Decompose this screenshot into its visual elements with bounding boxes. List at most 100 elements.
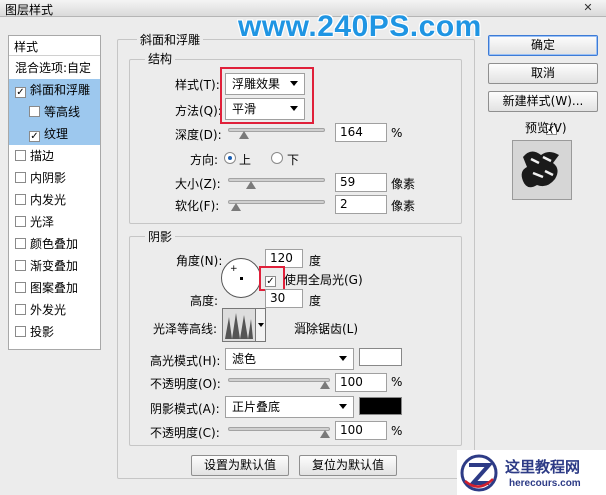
depth-input[interactable]: 164 [335, 123, 387, 142]
style-list-header[interactable]: 样式 [9, 36, 100, 56]
shadow-opacity-label: 不透明度(C): [150, 426, 220, 440]
style-checkbox[interactable] [29, 106, 40, 117]
style-list-item[interactable]: 光泽 [9, 211, 100, 233]
reset-default-button[interactable]: 复位为默认值 [299, 455, 397, 476]
chevron-down-icon [339, 356, 347, 361]
structure-title: 结构 [145, 50, 176, 67]
soften-slider-track[interactable] [228, 200, 325, 204]
style-checkbox[interactable] [15, 194, 26, 205]
style-checkbox[interactable] [15, 282, 26, 293]
method-label: 方法(Q): [175, 104, 222, 118]
style-list-item[interactable]: 内发光 [9, 189, 100, 211]
style-list-item-label: 渐变叠加 [30, 259, 79, 273]
gloss-contour-picker[interactable] [222, 308, 256, 342]
highlight-mode-value: 滤色 [232, 352, 257, 366]
altitude-label: 高度: [190, 294, 219, 308]
style-preview-thumbnail [512, 140, 572, 200]
style-list-item[interactable]: 投影 [9, 321, 100, 343]
style-list-item[interactable]: 描边 [9, 145, 100, 167]
highlight-mode-select[interactable]: 滤色 [225, 348, 354, 370]
shadow-mode-select[interactable]: 正片叠底 [225, 396, 354, 418]
style-checkbox[interactable]: ✓ [15, 87, 26, 98]
direction-up-label: 上 [239, 153, 252, 167]
angle-unit: 度 [309, 254, 322, 268]
shadow-opacity-track[interactable] [228, 427, 330, 431]
highlight-opacity-unit: % [391, 375, 403, 389]
style-list-item[interactable]: 等高线 [9, 101, 100, 123]
chevron-down-icon [258, 323, 264, 327]
size-slider-thumb[interactable] [246, 181, 257, 189]
global-light-checkbox[interactable]: ✓ [265, 276, 276, 287]
size-label: 大小(Z): [175, 177, 221, 191]
gloss-contour-label: 光泽等高线: [153, 322, 218, 336]
style-list-item[interactable]: 渐变叠加 [9, 255, 100, 277]
shadow-mode-value: 正片叠底 [232, 400, 281, 414]
style-checkbox[interactable] [15, 216, 26, 227]
style-label: 样式(T): [175, 78, 220, 92]
altitude-unit: 度 [309, 294, 322, 308]
depth-slider-thumb[interactable] [238, 131, 249, 139]
style-list-item-label: 等高线 [44, 105, 81, 119]
direction-down-label: 下 [287, 153, 300, 167]
style-list-item-label: 投影 [30, 325, 55, 339]
style-list-item-label: 描边 [30, 149, 55, 163]
style-list-item-label: 光泽 [30, 215, 55, 229]
shadow-color-swatch[interactable] [359, 397, 402, 415]
depth-unit: % [391, 126, 403, 140]
style-list-item-label: 内阴影 [30, 171, 67, 185]
shadow-opacity-unit: % [391, 424, 403, 438]
preview-image-icon [521, 151, 559, 188]
altitude-input[interactable]: 30 [265, 289, 303, 308]
angle-dial-center [240, 277, 243, 280]
style-checkbox[interactable] [15, 238, 26, 249]
highlight-opacity-thumb[interactable] [320, 381, 330, 389]
style-checkbox[interactable] [15, 326, 26, 337]
shadow-opacity-thumb[interactable] [320, 430, 330, 438]
style-list-item[interactable]: ✓ 斜面和浮雕 [9, 79, 100, 101]
style-list-item-label: 图案叠加 [30, 281, 79, 295]
direction-down-radio[interactable] [271, 152, 283, 164]
style-list-item[interactable]: 混合选项:自定 [9, 57, 100, 79]
size-slider-track[interactable] [228, 178, 325, 182]
style-method-highlight [220, 67, 314, 124]
soften-label: 软化(F): [175, 199, 220, 213]
cancel-button[interactable]: 取消 [488, 63, 598, 84]
new-style-button[interactable]: 新建样式(W)... [488, 91, 598, 112]
anti-alias-label: 消除锯齿(L) [294, 322, 359, 336]
shading-title: 阴影 [145, 228, 176, 245]
soften-unit: 像素 [391, 199, 416, 213]
style-list-item[interactable]: 外发光 [9, 299, 100, 321]
direction-up-radio[interactable] [224, 152, 236, 164]
highlight-mode-label: 高光模式(H): [150, 354, 221, 368]
style-list-item-label: 外发光 [30, 303, 67, 317]
size-input[interactable]: 59 [335, 173, 387, 192]
style-checkbox[interactable] [15, 150, 26, 161]
style-list-item[interactable]: ✓ 纹理 [9, 123, 100, 145]
global-light-label: 使用全局光(G) [284, 273, 363, 287]
style-checkbox[interactable]: ✓ [29, 131, 40, 142]
style-checkbox[interactable] [15, 172, 26, 183]
soften-slider-thumb[interactable] [230, 203, 241, 211]
contour-thumbnail-icon [223, 309, 255, 341]
angle-dial-crosshair: + [230, 264, 238, 274]
make-default-button[interactable]: 设置为默认值 [191, 455, 289, 476]
angle-dial[interactable]: + [221, 258, 261, 298]
style-checkbox[interactable] [15, 304, 26, 315]
highlight-opacity-track[interactable] [228, 378, 330, 382]
soften-input[interactable]: 2 [335, 195, 387, 214]
shadow-opacity-input[interactable]: 100 [335, 421, 387, 440]
logo-name: 这里教程网 [505, 458, 581, 476]
highlight-color-swatch[interactable] [359, 348, 402, 366]
style-list-item[interactable]: 图案叠加 [9, 277, 100, 299]
shadow-mode-label: 阴影模式(A): [150, 402, 220, 416]
site-logo: 这里教程网 herecours.com [457, 450, 606, 495]
style-list-item-label: 纹理 [44, 127, 69, 141]
style-list-item[interactable]: 颜色叠加 [9, 233, 100, 255]
style-list-item[interactable]: 内阴影 [9, 167, 100, 189]
highlight-opacity-input[interactable]: 100 [335, 373, 387, 392]
style-checkbox[interactable] [15, 260, 26, 271]
ok-button[interactable]: 确定 [488, 35, 598, 56]
close-icon[interactable]: ✕ [578, 1, 598, 15]
gloss-contour-dropdown[interactable] [256, 308, 266, 342]
style-list-item-label: 混合选项:自定 [15, 61, 92, 75]
